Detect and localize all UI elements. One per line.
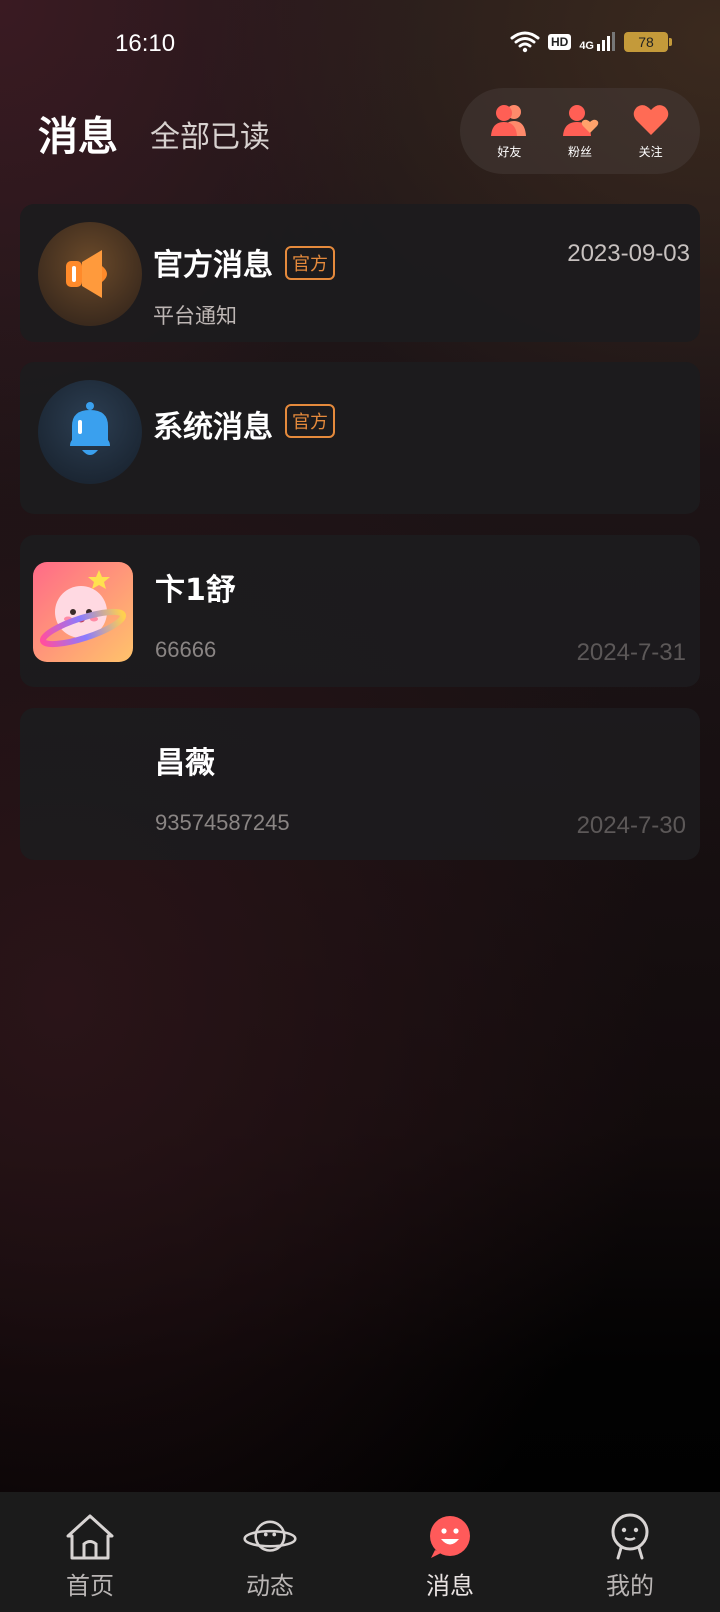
bell-icon (70, 402, 110, 455)
bottom-nav: 首页 动态 消息 我的 (0, 1492, 720, 1612)
page-title: 消息 (38, 114, 118, 160)
signal-icon: 4G (579, 32, 616, 52)
nav-messages[interactable]: 消息 (360, 1492, 540, 1612)
chat-name: 卞1舒 (155, 573, 236, 608)
fans-icon (562, 104, 599, 136)
cartoon-planet-avatar (33, 562, 133, 662)
chat-date: 2024-7-30 (576, 812, 686, 839)
friends-label: 好友 (497, 144, 522, 159)
friends-button[interactable]: 好友 (490, 103, 528, 160)
system-avatar (38, 380, 142, 484)
home-icon (66, 1514, 114, 1560)
official-message-subtitle: 平台通知 (153, 304, 237, 328)
hd-badge: HD (547, 34, 572, 50)
chat-name: 昌薇 (155, 746, 215, 781)
official-tag: 官方 (285, 246, 335, 280)
fans-label: 粉丝 (567, 144, 592, 159)
nav-profile-label: 我的 (606, 1572, 654, 1600)
nav-messages-label: 消息 (426, 1572, 474, 1600)
chat-preview: 66666 (155, 637, 217, 662)
planet-icon (243, 1520, 297, 1552)
mark-all-read-button[interactable]: 全部已读 (150, 112, 270, 156)
status-icons: HD 4G 78 (510, 30, 672, 54)
nav-feed[interactable]: 动态 (180, 1492, 360, 1612)
system-message-name: 系统消息 (153, 410, 273, 445)
system-message-card[interactable]: 系统消息 官方 (20, 362, 700, 514)
chat-card[interactable]: 卞1舒 66666 2024-7-31 (20, 535, 700, 687)
official-avatar (38, 222, 142, 326)
chat-avatar (33, 562, 133, 662)
heart-icon (633, 104, 668, 135)
battery-level: 78 (638, 34, 654, 50)
battery-icon: 78 (624, 32, 672, 52)
quick-links-panel: 好友 粉丝 关注 (460, 88, 700, 174)
nav-home-label: 首页 (66, 1572, 114, 1600)
official-message-name: 官方消息 (153, 248, 273, 283)
status-time: 16:10 (115, 30, 176, 57)
message-smile-icon (430, 1516, 470, 1558)
friends-icon (491, 104, 527, 136)
nav-profile[interactable]: 我的 (540, 1492, 720, 1612)
fans-button[interactable]: 粉丝 (561, 103, 599, 160)
chat-card[interactable]: 昌薇 93574587245 2024-7-30 (20, 708, 700, 860)
follow-button[interactable]: 关注 (632, 103, 670, 160)
megaphone-icon (66, 250, 107, 298)
system-official-tag: 官方 (285, 404, 335, 438)
network-label: 4G (579, 40, 594, 52)
chat-preview: 93574587245 (155, 810, 290, 835)
profile-icon (611, 1513, 649, 1560)
nav-home[interactable]: 首页 (0, 1492, 180, 1612)
official-message-card[interactable]: 官方消息 官方 平台通知 2023-09-03 (20, 204, 700, 342)
status-bar: 16:10 HD 4G 78 (0, 0, 720, 90)
follow-label: 关注 (638, 144, 663, 159)
nav-feed-label: 动态 (246, 1572, 294, 1600)
official-message-date: 2023-09-03 (567, 240, 690, 267)
chat-date: 2024-7-31 (576, 639, 686, 666)
wifi-icon (510, 31, 540, 53)
